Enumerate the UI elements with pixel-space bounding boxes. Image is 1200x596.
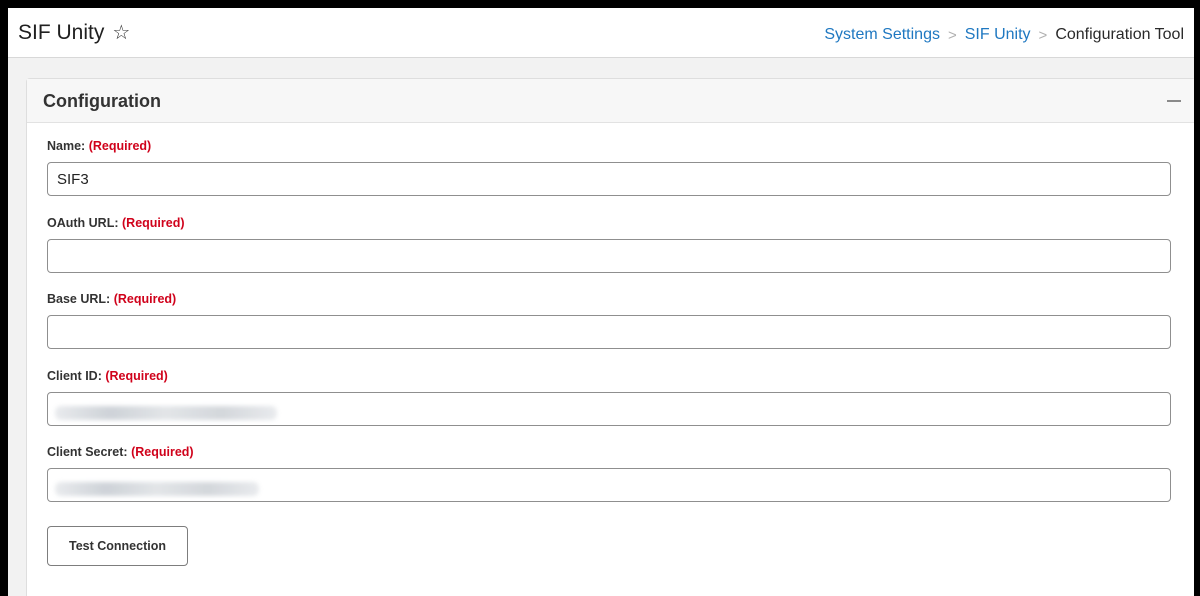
page-title-text: SIF Unity	[18, 21, 105, 44]
page-title: SIF Unity ☆	[18, 21, 130, 45]
breadcrumb-current: Configuration Tool	[1055, 26, 1184, 43]
chevron-right-icon: >	[1038, 26, 1048, 44]
required-indicator: (Required)	[131, 445, 194, 459]
base-url-input[interactable]	[47, 315, 1171, 349]
minus-icon[interactable]	[1167, 100, 1181, 102]
name-label-text: Name:	[47, 139, 86, 153]
app-window: SIF Unity ☆ System Settings > SIF Unity …	[8, 8, 1194, 596]
obscured-value	[55, 482, 259, 496]
base-url-label: Base URL: (Required)	[47, 292, 1171, 306]
star-outline-icon[interactable]: ☆	[112, 23, 130, 43]
oauth-url-input[interactable]	[47, 239, 1171, 273]
oauth-url-label-text: OAuth URL:	[47, 216, 119, 230]
panel-title: Configuration	[43, 91, 161, 111]
breadcrumb-sif-unity[interactable]: SIF Unity	[965, 26, 1031, 44]
test-connection-button[interactable]: Test Connection	[47, 526, 188, 566]
required-indicator: (Required)	[88, 139, 152, 153]
configuration-panel: Configuration Name: (Required) OAuth URL…	[26, 78, 1194, 596]
chevron-right-icon: >	[947, 26, 957, 44]
required-indicator: (Required)	[122, 216, 185, 230]
client-secret-field-group: Client Secret: (Required)	[47, 445, 1171, 502]
panel-header: Configuration	[27, 79, 1194, 123]
name-field-group: Name: (Required)	[47, 139, 1171, 196]
oauth-url-label: OAuth URL: (Required)	[47, 216, 1171, 230]
base-url-label-text: Base URL:	[47, 292, 111, 306]
page-header: SIF Unity ☆ System Settings > SIF Unity …	[8, 8, 1194, 58]
required-indicator: (Required)	[113, 292, 177, 306]
client-id-label-text: Client ID:	[47, 369, 102, 383]
client-id-label: Client ID: (Required)	[47, 369, 1171, 383]
name-input[interactable]	[47, 162, 1171, 196]
base-url-field-group: Base URL: (Required)	[47, 292, 1171, 349]
oauth-url-field-group: OAuth URL: (Required)	[47, 216, 1171, 273]
obscured-value	[55, 406, 277, 420]
client-secret-label-text: Client Secret:	[47, 445, 128, 459]
client-secret-label: Client Secret: (Required)	[47, 445, 1171, 459]
breadcrumb-system-settings[interactable]: System Settings	[824, 26, 940, 44]
breadcrumb: System Settings > SIF Unity > Configurat…	[824, 26, 1184, 44]
client-id-field-group: Client ID: (Required)	[47, 369, 1171, 426]
required-indicator: (Required)	[105, 369, 168, 383]
name-label: Name: (Required)	[47, 139, 1171, 153]
